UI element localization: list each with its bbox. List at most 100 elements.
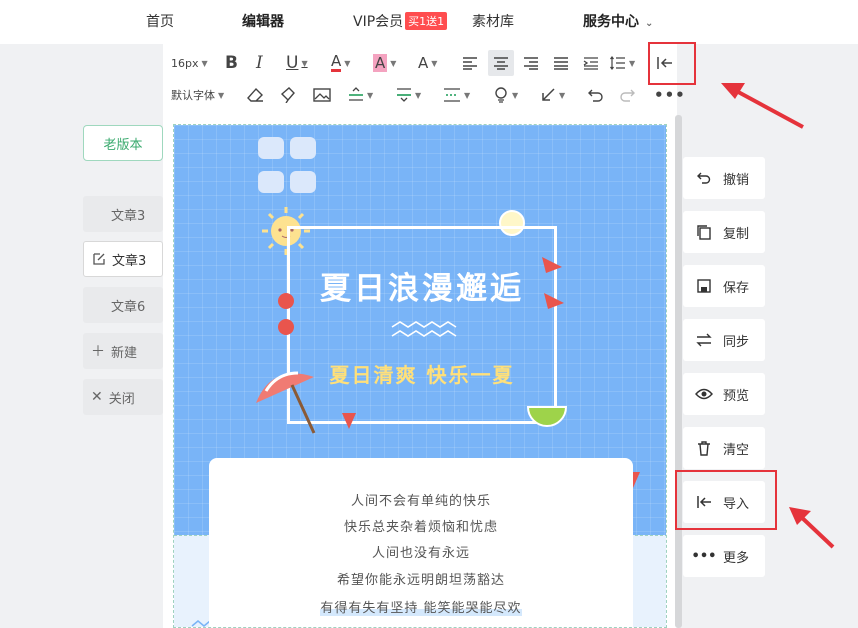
indent-icon[interactable] xyxy=(580,50,602,76)
sidebar-item-label: 新建 xyxy=(111,345,138,361)
chevron-down-icon: ▼ xyxy=(512,90,519,100)
nav-home[interactable]: 首页 xyxy=(146,11,174,31)
editor-canvas[interactable]: 夏日浪漫邂逅 夏日清爽 快乐一夏 人间不会有单纯的快乐 快乐总夹杂着烦恼和忧虑 … xyxy=(173,124,667,628)
image-icon[interactable] xyxy=(313,82,331,108)
clear-button[interactable]: 清空 xyxy=(683,427,765,469)
clear-label: 清空 xyxy=(723,442,750,458)
chevron-down-icon: ▼ xyxy=(559,90,566,100)
chevron-down-icon: ▼ xyxy=(464,90,471,100)
preview-label: 预览 xyxy=(723,388,750,404)
save-label: 保存 xyxy=(723,280,750,296)
toolbar-import-highlight xyxy=(648,42,696,85)
more-icon[interactable]: ••• xyxy=(654,82,686,108)
more-label: 更多 xyxy=(723,550,750,566)
font-color-swatch: A xyxy=(331,52,342,72)
vip-promo-badge: 买1送1 xyxy=(405,12,448,30)
old-version-button[interactable]: 老版本 xyxy=(83,125,163,161)
chevron-down-icon: ▼ xyxy=(431,58,438,68)
nav-materials[interactable]: 素材库 xyxy=(472,11,514,31)
chevron-down-icon: ⌄ xyxy=(645,18,654,29)
chevron-down-icon: ▼ xyxy=(629,58,636,68)
chevron-down-icon: ▼ xyxy=(218,90,225,100)
highlight-color-icon[interactable]: A ▼ xyxy=(373,50,396,76)
ice-cube-icon xyxy=(258,137,316,193)
eraser-icon[interactable] xyxy=(247,82,264,108)
top-nav: 首页 编辑器 VIP会员 买1送1 素材库 服务中心 ⌄ xyxy=(0,0,858,44)
poster-line: 有得有失有坚持 能笑能哭能尽欢 xyxy=(320,601,522,616)
chevron-down-icon: ▼ xyxy=(415,90,422,100)
new-article-button[interactable]: ＋ 新建 xyxy=(83,333,163,369)
more-button[interactable]: ••• 更多 xyxy=(683,535,765,577)
undo-icon[interactable] xyxy=(587,82,604,108)
sidebar-item-label: 文章3 xyxy=(111,208,146,224)
sync-button[interactable]: 同步 xyxy=(683,319,765,361)
nav-service[interactable]: 服务中心 ⌄ xyxy=(583,11,653,31)
format-painter-icon[interactable] xyxy=(280,82,297,108)
align-right-icon[interactable] xyxy=(520,50,542,76)
poster-line-wrap: 有得有失有坚持 能笑能哭能尽欢 xyxy=(209,597,633,616)
poster-line: 希望你能永远明朗坦荡豁达 xyxy=(336,573,505,588)
font-color-icon[interactable]: A ▼ xyxy=(331,50,350,76)
watermelon-icon xyxy=(542,257,564,309)
undo-label: 撤销 xyxy=(723,172,750,188)
undo-button[interactable]: 撤销 xyxy=(683,157,765,199)
umbrella-icon xyxy=(256,371,316,434)
sync-icon xyxy=(695,333,713,347)
chevron-down-icon: ▼ xyxy=(301,58,308,68)
copy-icon xyxy=(695,224,713,240)
save-button[interactable]: 保存 xyxy=(683,265,765,307)
sidebar-item-label: 文章6 xyxy=(111,299,146,315)
arrow-corner-icon[interactable]: ▼ xyxy=(540,82,565,108)
chevron-down-icon: ▼ xyxy=(390,58,397,68)
arrow-annotation-icon xyxy=(789,507,835,549)
eye-icon xyxy=(695,387,713,401)
lightbulb-icon[interactable]: ▼ xyxy=(493,82,518,108)
sidebar-item-label: 关闭 xyxy=(108,391,135,407)
poster-title: 夏日浪漫邂逅 xyxy=(320,271,524,307)
poster-line: 人间也没有永远 xyxy=(371,546,470,561)
divider-icon[interactable]: ▼ xyxy=(348,82,373,108)
sync-label: 同步 xyxy=(723,334,750,350)
nav-vip[interactable]: VIP会员 买1送1 xyxy=(353,11,448,31)
preview-button[interactable]: 预览 xyxy=(683,373,765,415)
sidebar-item-article-active[interactable]: 文章3 xyxy=(83,241,163,277)
close-icon: ✕ xyxy=(91,389,103,405)
nav-editor[interactable]: 编辑器 xyxy=(242,11,284,31)
tomato-icon xyxy=(278,293,294,335)
arrow-annotation-icon xyxy=(721,83,804,129)
nav-service-label: 服务中心 xyxy=(583,14,639,30)
text-effect-icon[interactable]: A ▼ xyxy=(418,50,437,76)
highlight-swatch: A xyxy=(373,54,388,72)
chevron-down-icon: ▼ xyxy=(344,58,351,68)
font-size-select[interactable]: 16px ▼ xyxy=(171,50,208,76)
plus-icon: ＋ xyxy=(91,344,105,360)
editor-scrollbar[interactable] xyxy=(675,115,682,628)
spacing-icon[interactable]: ▼ xyxy=(396,82,421,108)
italic-icon[interactable]: I xyxy=(256,50,263,76)
sidebar-item-article[interactable]: 文章6 xyxy=(83,287,163,323)
font-family-value: 默认字体 xyxy=(171,89,215,102)
copy-button[interactable]: 复制 xyxy=(683,211,765,253)
text-card: 人间不会有单纯的快乐 快乐总夹杂着烦恼和忧虑 人间也没有永远 希望你能永远明朗坦… xyxy=(209,458,633,627)
bold-icon[interactable]: B xyxy=(225,50,238,76)
poster-line: 人间不会有单纯的快乐 xyxy=(350,494,491,509)
poster-subtitle: 夏日清爽 快乐一夏 xyxy=(329,363,515,387)
align-center-icon[interactable] xyxy=(488,50,514,76)
align-left-icon[interactable] xyxy=(459,50,481,76)
edit-icon xyxy=(92,252,106,266)
chevron-down-icon: ▼ xyxy=(367,90,374,100)
sidebar-item-article[interactable]: 文章3 xyxy=(83,196,163,232)
sidebar-item-label: 文章3 xyxy=(112,253,147,269)
watermelon-small-icon xyxy=(342,413,356,429)
underline-icon[interactable]: U ▼ xyxy=(286,50,308,76)
chevron-down-icon: ▼ xyxy=(201,58,208,68)
save-icon xyxy=(695,278,713,294)
nav-vip-label: VIP会员 xyxy=(353,14,404,30)
font-family-select[interactable]: 默认字体 ▼ xyxy=(171,82,224,108)
line-height-icon[interactable]: ▼ xyxy=(610,50,635,76)
undo-icon xyxy=(695,171,713,185)
align-justify-icon[interactable] xyxy=(550,50,572,76)
close-article-button[interactable]: ✕ 关闭 xyxy=(83,379,163,415)
redo-icon[interactable] xyxy=(619,82,636,108)
margin-icon[interactable]: ▼ xyxy=(443,82,470,108)
